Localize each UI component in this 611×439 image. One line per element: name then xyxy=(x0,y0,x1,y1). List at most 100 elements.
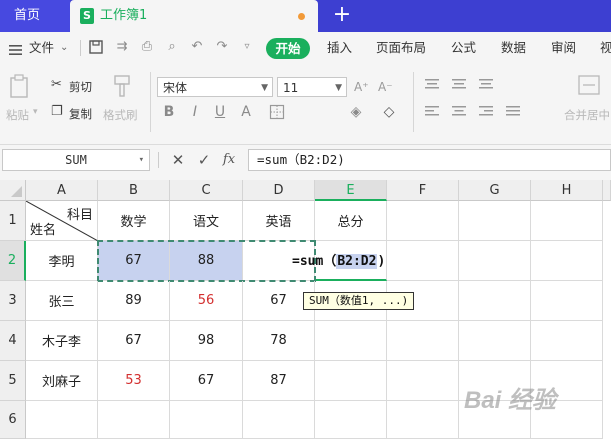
distributed-align-icon[interactable] xyxy=(506,104,520,118)
insert-function-button[interactable]: fx xyxy=(220,150,238,170)
cell-g3[interactable] xyxy=(459,281,531,321)
row-header-4[interactable]: 4 xyxy=(0,321,26,361)
cell-c1[interactable]: 语文 xyxy=(170,201,243,241)
save-icon[interactable] xyxy=(89,40,103,54)
column-header-e[interactable]: E xyxy=(315,180,387,201)
column-header-h[interactable]: H xyxy=(531,180,603,201)
column-header-g[interactable]: G xyxy=(459,180,531,201)
align-top-icon[interactable] xyxy=(425,77,439,91)
chevron-down-icon[interactable]: ⌄ xyxy=(60,32,68,64)
menu-file[interactable]: 文件 xyxy=(29,32,54,64)
cell-b3[interactable]: 89 xyxy=(98,281,170,321)
paste-icon[interactable] xyxy=(8,74,30,98)
tab-data[interactable]: 数据 xyxy=(501,32,526,64)
cell-e4[interactable] xyxy=(315,321,387,361)
cell-c5[interactable]: 67 xyxy=(170,361,243,401)
row-header-3[interactable]: 3 xyxy=(0,281,26,321)
cell-h3[interactable] xyxy=(531,281,603,321)
new-tab-button[interactable]: + xyxy=(330,0,354,32)
cell-g2[interactable] xyxy=(459,241,531,281)
align-left-icon[interactable] xyxy=(425,104,439,118)
font-size-select[interactable]: 11 ▼ xyxy=(277,77,347,97)
column-header-a[interactable]: A xyxy=(26,180,98,201)
tab-review[interactable]: 审阅 xyxy=(551,32,576,64)
cell-b5[interactable]: 53 xyxy=(98,361,170,401)
column-header-b[interactable]: B xyxy=(98,180,170,201)
quick-access-more-icon[interactable]: ▿ xyxy=(240,40,254,54)
cell-b6[interactable] xyxy=(98,401,170,439)
column-header-d[interactable]: D xyxy=(243,180,315,201)
cut-button[interactable]: 剪切 xyxy=(69,79,92,95)
cell-e6[interactable] xyxy=(315,401,387,439)
align-right-icon[interactable] xyxy=(479,104,493,118)
row-header-5[interactable]: 5 xyxy=(0,361,26,401)
row-header-2[interactable]: 2 xyxy=(0,241,26,281)
tab-home[interactable]: 首页 xyxy=(0,0,70,32)
eraser-icon[interactable]: ◇ xyxy=(380,103,398,121)
export-icon[interactable]: ⇉ xyxy=(115,40,129,54)
cell-h2[interactable] xyxy=(531,241,603,281)
cell-d1[interactable]: 英语 xyxy=(243,201,315,241)
merge-center-icon[interactable] xyxy=(578,75,600,95)
cell-e5[interactable] xyxy=(315,361,387,401)
cell-a6[interactable] xyxy=(26,401,98,439)
confirm-icon[interactable]: ✓ xyxy=(195,150,213,170)
cell-f6[interactable] xyxy=(387,401,459,439)
formula-input[interactable]: =sum（B2:D2) xyxy=(248,149,611,171)
row-header-1[interactable]: 1 xyxy=(0,201,26,241)
tab-workbook[interactable]: S 工作簿1 xyxy=(70,0,318,32)
name-box[interactable]: SUM ▾ xyxy=(2,149,150,171)
row-header-6[interactable]: 6 xyxy=(0,401,26,439)
align-bottom-icon[interactable] xyxy=(479,77,493,91)
cell-a2[interactable]: 李明 xyxy=(26,241,98,281)
cell-b4[interactable]: 67 xyxy=(98,321,170,361)
tab-insert[interactable]: 插入 xyxy=(327,32,352,64)
cell-d4[interactable]: 78 xyxy=(243,321,315,361)
cell-c6[interactable] xyxy=(170,401,243,439)
format-painter-icon[interactable] xyxy=(112,74,132,98)
cancel-icon[interactable]: ✕ xyxy=(169,150,187,170)
border-icon[interactable] xyxy=(268,103,286,121)
cell-c3[interactable]: 56 xyxy=(170,281,243,321)
column-header-c[interactable]: C xyxy=(170,180,243,201)
cell-f5[interactable] xyxy=(387,361,459,401)
align-center-icon[interactable] xyxy=(452,104,466,118)
bold-icon[interactable]: B xyxy=(160,103,178,121)
preview-icon[interactable]: ⌕ xyxy=(165,40,179,54)
cell-g4[interactable] xyxy=(459,321,531,361)
cell-a3[interactable]: 张三 xyxy=(26,281,98,321)
print-icon[interactable]: ⎙ xyxy=(140,40,154,54)
increase-font-icon[interactable]: A⁺ xyxy=(354,80,369,94)
scissors-icon[interactable]: ✂ xyxy=(51,77,62,92)
cell-g1[interactable] xyxy=(459,201,531,241)
tab-start[interactable]: 开始 xyxy=(266,38,310,59)
cell-a4[interactable]: 木子李 xyxy=(26,321,98,361)
select-all-corner[interactable] xyxy=(0,180,26,201)
cell-f2[interactable] xyxy=(387,241,459,281)
copy-button[interactable]: 复制 xyxy=(69,106,92,122)
undo-icon[interactable]: ↶ xyxy=(190,40,204,54)
cell-d6[interactable] xyxy=(243,401,315,439)
italic-icon[interactable]: I xyxy=(186,103,204,121)
cell-e1[interactable]: 总分 xyxy=(315,201,387,241)
cell-h1[interactable] xyxy=(531,201,603,241)
tab-formulas[interactable]: 公式 xyxy=(451,32,476,64)
hamburger-icon[interactable] xyxy=(9,41,22,55)
tab-view[interactable]: 视 xyxy=(600,32,611,64)
fill-color-icon[interactable]: ◈ xyxy=(347,103,365,121)
cell-c4[interactable]: 98 xyxy=(170,321,243,361)
copy-icon[interactable]: ❐ xyxy=(51,104,63,119)
underline-icon[interactable]: U xyxy=(211,103,229,121)
cell-d5[interactable]: 87 xyxy=(243,361,315,401)
column-header-f[interactable]: F xyxy=(387,180,459,201)
cell-f1[interactable] xyxy=(387,201,459,241)
tab-page-layout[interactable]: 页面布局 xyxy=(376,32,426,64)
redo-icon[interactable]: ↷ xyxy=(215,40,229,54)
font-name-select[interactable]: 宋体 ▼ xyxy=(157,77,273,97)
paste-dropdown-icon[interactable]: ▾ xyxy=(33,107,38,117)
font-color-icon[interactable]: A xyxy=(237,103,255,121)
cell-a5[interactable]: 刘麻子 xyxy=(26,361,98,401)
cell-b1[interactable]: 数学 xyxy=(98,201,170,241)
cell-f4[interactable] xyxy=(387,321,459,361)
cell-a1-diagonal-header[interactable]: 科目 姓名 xyxy=(26,201,98,241)
